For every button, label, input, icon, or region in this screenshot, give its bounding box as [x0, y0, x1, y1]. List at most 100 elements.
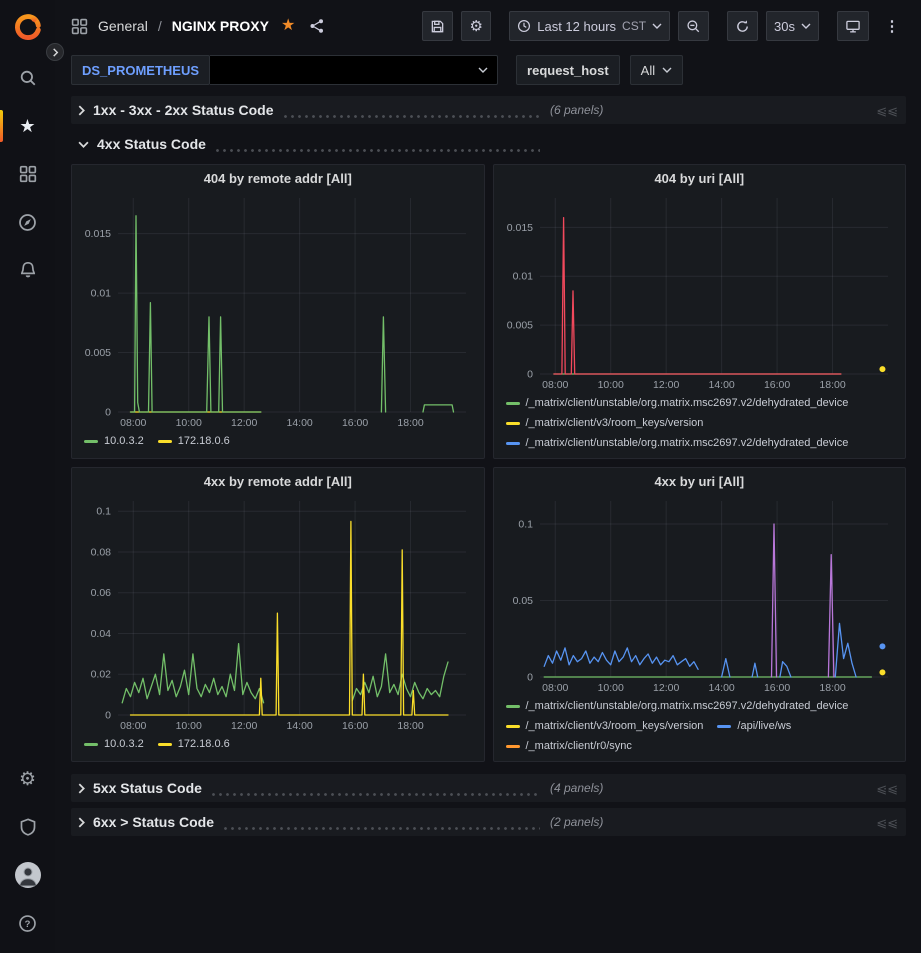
sidebar-item-starred[interactable]: ★ — [0, 102, 55, 150]
sidebar-item-alerting[interactable] — [0, 246, 55, 294]
sidebar-item-search[interactable] — [0, 54, 55, 102]
breadcrumb-section[interactable]: General — [98, 18, 148, 34]
grafana-app: ★ ⚙ — [0, 0, 921, 953]
datasource-variable-label[interactable]: DS_PROMETHEUS — [71, 55, 210, 85]
datasource-variable: DS_PROMETHEUS — [71, 55, 498, 85]
time-range-picker[interactable]: Last 12 hours CST — [509, 11, 670, 41]
row-4xx-status-code[interactable]: 4xx Status Code — [71, 132, 906, 156]
panel-title[interactable]: 404 by uri [All] — [500, 165, 900, 192]
svg-text:14:00: 14:00 — [708, 682, 734, 694]
timeseries-plot[interactable]: 08:0010:0012:0014:0016:0018:0000.0050.01… — [500, 192, 900, 392]
svg-text:08:00: 08:00 — [120, 417, 146, 429]
sidebar-item-help[interactable]: ? — [0, 899, 55, 947]
panel-4xx-by-remote-addr: 4xx by remote addr [All] 08:0010:0012:00… — [71, 467, 485, 762]
legend-swatch — [506, 422, 520, 425]
request-host-variable-select[interactable]: All — [630, 55, 683, 85]
legend-item[interactable]: /_matrix/client/r0/sync — [506, 737, 632, 755]
time-range-label: Last 12 hours — [537, 19, 616, 34]
monitor-icon — [845, 19, 861, 34]
svg-text:16:00: 16:00 — [763, 682, 789, 694]
legend-item[interactable]: /api/live/ws — [717, 717, 791, 735]
timeseries-plot[interactable]: 08:0010:0012:0014:0016:0018:0000.020.040… — [78, 495, 478, 733]
datasource-variable-select[interactable] — [210, 55, 498, 85]
row-title: 5xx Status Code — [93, 780, 202, 796]
panel-title[interactable]: 4xx by uri [All] — [500, 468, 900, 495]
row-panel-count: (2 panels) — [550, 815, 603, 829]
svg-text:0.1: 0.1 — [518, 518, 533, 530]
svg-text:18:00: 18:00 — [819, 379, 845, 391]
zoom-out-button[interactable] — [678, 11, 709, 41]
favorite-star-icon[interactable]: ★ — [281, 18, 295, 34]
svg-text:12:00: 12:00 — [231, 417, 257, 429]
legend-item[interactable]: /_matrix/client/v3/room_keys/version — [506, 717, 704, 735]
sidebar-item-explore[interactable] — [0, 198, 55, 246]
row-5xx-status-code[interactable]: 5xx Status Code (4 panels) ⩿⩿ — [71, 774, 906, 802]
sidebar-expand-button[interactable] — [46, 43, 64, 61]
svg-text:0.02: 0.02 — [91, 669, 112, 681]
panel-legend: /_matrix/client/unstable/org.matrix.msc2… — [500, 392, 900, 459]
timeseries-plot[interactable]: 08:0010:0012:0014:0016:0018:0000.0050.01… — [78, 192, 478, 430]
timeseries-plot[interactable]: 08:0010:0012:0014:0016:0018:0000.050.1 — [500, 495, 900, 695]
chevron-right-icon — [78, 817, 85, 828]
row-drag-handle[interactable]: ⩿⩿ — [876, 104, 898, 117]
legend-item[interactable]: 172.18.0.6 — [158, 432, 230, 450]
clock-icon — [517, 19, 531, 33]
row-6xx-status-code[interactable]: 6xx > Status Code (2 panels) ⩿⩿ — [71, 808, 906, 836]
legend-item[interactable]: 10.0.3.2 — [84, 432, 144, 450]
legend-item[interactable]: 10.0.3.2 — [84, 735, 144, 753]
legend-item[interactable]: 172.18.0.6 — [158, 735, 230, 753]
dashboard-submenu: DS_PROMETHEUS request_host All — [55, 52, 921, 88]
legend-swatch — [158, 440, 172, 443]
svg-text:14:00: 14:00 — [286, 417, 312, 429]
more-options-button[interactable]: ⋮ — [877, 11, 907, 41]
top-navbar: General / NGINX PROXY ★ ⚙ — [55, 0, 921, 52]
chevron-right-icon — [78, 105, 85, 116]
dashboard-settings-button[interactable]: ⚙ — [461, 11, 491, 41]
row-title: 1xx - 3xx - 2xx Status Code — [93, 102, 274, 118]
svg-text:08:00: 08:00 — [542, 682, 568, 694]
sidebar-item-dashboards[interactable] — [0, 150, 55, 198]
panel-404-by-uri: 404 by uri [All] 08:0010:0012:0014:0016:… — [493, 164, 907, 459]
svg-text:0.05: 0.05 — [512, 595, 533, 607]
panel-legend: 10.0.3.2 172.18.0.6 — [78, 733, 478, 753]
refresh-icon — [735, 19, 750, 34]
row-panel-count: (6 panels) — [550, 103, 603, 117]
refresh-interval-label: 30s — [774, 19, 795, 34]
legend-item[interactable]: /_matrix/client/v3/room_keys/version — [506, 414, 704, 432]
star-icon: ★ — [19, 117, 35, 135]
row-drag-handle[interactable]: ⩿⩿ — [876, 816, 898, 829]
chevron-down-icon — [652, 23, 662, 29]
save-icon — [430, 19, 445, 34]
grafana-logo-icon — [13, 12, 43, 42]
cycle-view-button[interactable] — [837, 11, 869, 41]
panel-title[interactable]: 4xx by remote addr [All] — [78, 468, 478, 495]
svg-text:16:00: 16:00 — [763, 379, 789, 391]
legend-swatch — [717, 725, 731, 728]
legend-item[interactable]: /_matrix/client/unstable/org.matrix.msc2… — [506, 757, 849, 762]
legend-item[interactable]: /_matrix/client/unstable/org.matrix.msc2… — [506, 434, 849, 452]
row-1xx-3xx-2xx-status-code[interactable]: 1xx - 3xx - 2xx Status Code (6 panels) ⩿… — [71, 96, 906, 124]
svg-text:12:00: 12:00 — [653, 379, 679, 391]
legend-swatch — [84, 743, 98, 746]
save-dashboard-button[interactable] — [422, 11, 453, 41]
row-title: 6xx > Status Code — [93, 814, 214, 830]
refresh-button[interactable] — [727, 11, 758, 41]
legend-item[interactable]: /_matrix/client/unstable/org.matrix.msc2… — [506, 697, 849, 715]
sidebar-item-configuration[interactable]: ⚙ — [0, 755, 55, 803]
legend-item[interactable]: /_matrix/client/unstable/org.matrix.msc2… — [506, 394, 849, 412]
row-dotted-leader — [216, 149, 540, 152]
sidebar: ★ ⚙ — [0, 0, 55, 953]
svg-text:10:00: 10:00 — [176, 417, 202, 429]
panel-title[interactable]: 404 by remote addr [All] — [78, 165, 478, 192]
legend-item[interactable]: /_matrix/client/v3/room_keys/version — [506, 454, 704, 459]
legend-item[interactable]: /sw.js — [717, 454, 764, 459]
kebab-icon: ⋮ — [885, 17, 900, 35]
breadcrumb-title: NGINX PROXY — [172, 18, 269, 34]
row-drag-handle[interactable]: ⩿⩿ — [876, 782, 898, 795]
sidebar-item-profile[interactable] — [0, 851, 55, 899]
sidebar-item-server-admin[interactable] — [0, 803, 55, 851]
sidebar-nav-top: ★ — [0, 54, 55, 294]
chevron-right-icon — [78, 783, 85, 794]
refresh-interval-dropdown[interactable]: 30s — [766, 11, 819, 41]
share-icon[interactable] — [309, 18, 325, 34]
